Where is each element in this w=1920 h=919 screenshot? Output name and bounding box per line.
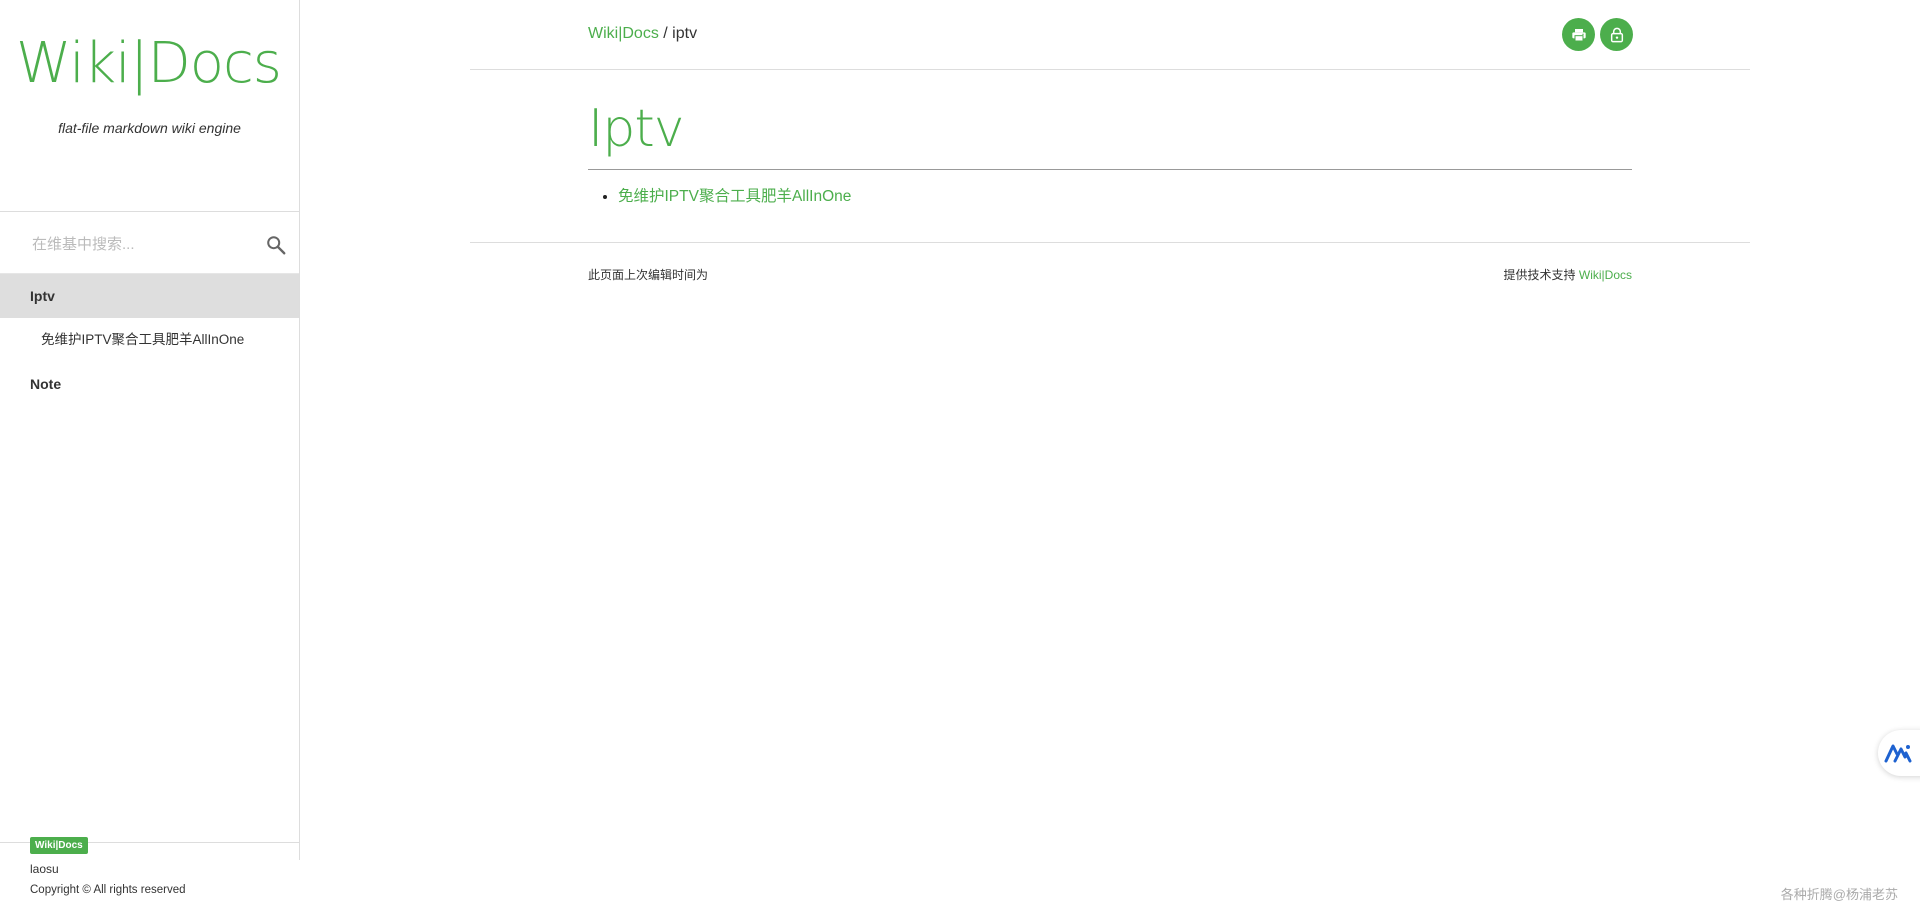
page-title: Iptv bbox=[588, 70, 1632, 170]
assistant-logo-icon bbox=[1884, 744, 1912, 763]
lock-icon bbox=[1610, 27, 1623, 42]
breadcrumb-current: iptv bbox=[672, 25, 698, 42]
floating-assistant-button[interactable] bbox=[1878, 730, 1920, 776]
breadcrumb-root-link[interactable]: Wiki|Docs bbox=[588, 25, 659, 42]
topbar: Wiki|Docs / iptv bbox=[470, 0, 1750, 70]
powered-by-label: 提供技术支持 bbox=[1503, 268, 1579, 282]
sidebar: Wiki|Docs flat-file markdown wiki engine… bbox=[0, 0, 300, 896]
print-button[interactable] bbox=[1562, 18, 1595, 51]
search-bar bbox=[0, 212, 299, 274]
sidebar-item-note[interactable]: Note bbox=[0, 362, 299, 406]
footer-copyright: Copyright © All rights reserved bbox=[30, 884, 186, 896]
article-link-list: 免维护IPTV聚合工具肥羊AllInOne bbox=[588, 184, 1750, 206]
article-link-allinone[interactable]: 免维护IPTV聚合工具肥羊AllInOne bbox=[618, 188, 851, 205]
sidebar-item-allinone[interactable]: 免维护IPTV聚合工具肥羊AllInOne bbox=[0, 318, 299, 362]
site-logo[interactable]: Wiki|Docs bbox=[0, 32, 299, 96]
wikidocs-badge[interactable]: Wiki|Docs bbox=[30, 837, 88, 854]
powered-by: 提供技术支持 Wiki|Docs bbox=[1504, 266, 1632, 283]
print-icon bbox=[1571, 28, 1586, 41]
article: Iptv 免维护IPTV聚合工具肥羊AllInOne bbox=[470, 70, 1750, 243]
breadcrumb-separator: / bbox=[658, 25, 673, 42]
list-item: 免维护IPTV聚合工具肥羊AllInOne bbox=[618, 184, 1750, 206]
search-input[interactable] bbox=[30, 232, 250, 256]
footer-user: laosu bbox=[30, 862, 59, 876]
brand: Wiki|Docs flat-file markdown wiki engine bbox=[0, 0, 299, 212]
main-content: Wiki|Docs / iptv Iptv 免维护IPTV聚合工具肥羊AllIn… bbox=[470, 0, 1750, 303]
last-edited-text: 此页面上次编辑时间为 bbox=[588, 268, 709, 282]
sidebar-footer: Wiki|Docs laosu Copyright © All rights r… bbox=[0, 837, 300, 896]
page-footer: 此页面上次编辑时间为 提供技术支持 Wiki|Docs bbox=[470, 243, 1750, 303]
search-icon[interactable] bbox=[265, 234, 287, 256]
sidebar-nav: Iptv 免维护IPTV聚合工具肥羊AllInOne Note bbox=[0, 274, 299, 406]
watermark: 各种折腾@杨浦老苏 bbox=[1780, 887, 1898, 902]
lock-button[interactable] bbox=[1600, 18, 1633, 51]
sidebar-item-iptv[interactable]: Iptv bbox=[0, 274, 299, 318]
breadcrumb: Wiki|Docs / iptv bbox=[588, 25, 697, 43]
site-tagline: flat-file markdown wiki engine bbox=[58, 120, 241, 136]
powered-by-link[interactable]: Wiki|Docs bbox=[1579, 268, 1632, 282]
